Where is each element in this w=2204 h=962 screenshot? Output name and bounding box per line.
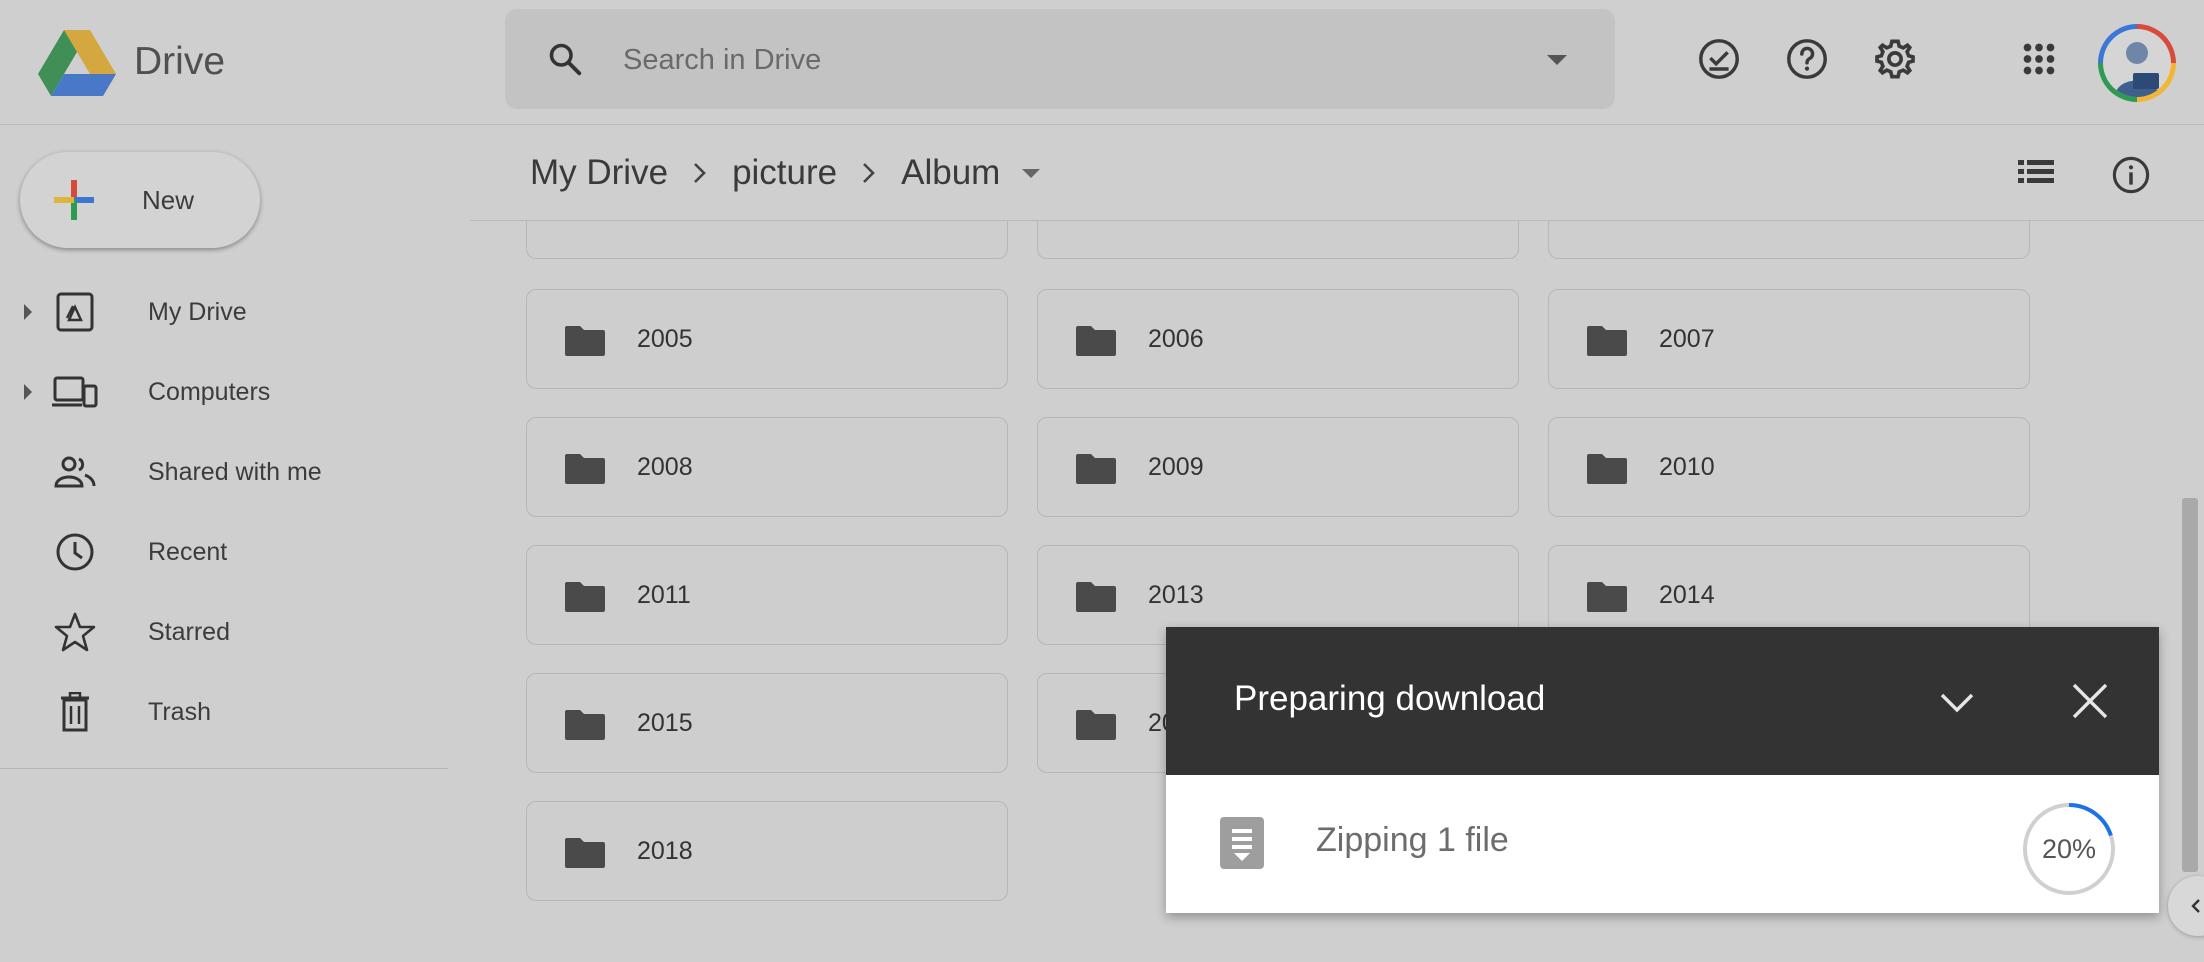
folder-tile-partial[interactable] [1037,221,1519,259]
folder-name: 2011 [637,581,691,609]
download-status-text: Zipping 1 file [1316,821,1509,859]
breadcrumb-album[interactable]: Album [901,153,1000,193]
sidebar-divider [0,768,448,769]
folder-icon [1587,326,1627,356]
side-panel-toggle-button[interactable] [2168,876,2204,936]
computers-icon [52,376,98,408]
folder-tile-partial[interactable] [1548,221,2030,259]
top-bar: Drive [0,0,2204,125]
folder-name: 2005 [637,325,693,353]
folder-icon [1587,454,1627,484]
folder-tile[interactable]: 2006 [1037,289,1519,389]
folder-name: 2010 [1659,453,1715,481]
account-avatar[interactable] [2098,24,2176,102]
progress-percent: 20% [2041,833,2097,864]
app-name[interactable]: Drive [134,40,225,84]
download-panel-title: Preparing download [1234,679,1546,718]
folder-name: 2013 [1148,581,1204,609]
list-view-icon[interactable] [2016,156,2056,192]
help-icon[interactable] [1784,36,1830,82]
folder-tile[interactable]: 2009 [1037,417,1519,517]
folder-name: 2008 [637,453,693,481]
scrollbar-thumb[interactable] [2182,498,2198,872]
plus-icon [54,180,94,220]
folder-name: 2007 [1659,325,1715,353]
folder-name: 2006 [1148,325,1204,353]
sidebar-item-my-drive[interactable]: My Drive [0,274,445,350]
sidebar-item-shared-with-me[interactable]: Shared with me [0,434,445,510]
download-panel-header: Preparing download [1166,627,2159,775]
folder-tile-partial[interactable] [526,221,1008,259]
close-icon[interactable] [2068,679,2112,723]
folder-name: 2015 [637,709,693,737]
details-info-icon[interactable] [2110,154,2152,196]
avatar-person-icon [2115,42,2159,97]
folder-icon [1076,326,1116,356]
sidebar-item-label: Starred [148,618,230,646]
download-panel-body: Zipping 1 file 20% [1166,775,2159,913]
drive-logo-icon[interactable] [38,30,116,96]
sidebar-item-label: Recent [148,538,228,566]
zip-file-icon [1220,817,1264,869]
sidebar-item-label: My Drive [148,298,247,326]
breadcrumb-my-drive[interactable]: My Drive [530,153,668,193]
chevron-left-icon [2191,899,2200,913]
minimize-chevron-down-icon[interactable] [1936,681,1978,723]
settings-icon[interactable] [1872,36,1918,82]
folder-icon [565,710,605,740]
chevron-right-icon [694,163,706,183]
folder-name: 2018 [637,837,693,865]
folder-menu-dropdown-icon[interactable] [1022,168,1041,178]
trash-icon [61,692,89,732]
sidebar-item-label: Computers [148,378,271,406]
folder-name: 2014 [1659,581,1715,609]
new-button[interactable]: New [20,152,260,248]
breadcrumb: My Drive picture Album [530,148,1041,198]
breadcrumb-picture[interactable]: picture [732,153,837,193]
new-button-label: New [142,185,195,215]
folder-icon [565,454,605,484]
folder-icon [1076,454,1116,484]
expand-arrow-icon[interactable] [24,384,32,400]
folder-icon [565,838,605,868]
folder-tile[interactable]: 2008 [526,417,1008,517]
folder-tile[interactable]: 2005 [526,289,1008,389]
offline-ready-icon[interactable] [1696,36,1742,82]
download-panel: Preparing download Zipping 1 file 20% [1166,627,2159,913]
chevron-right-icon [863,163,875,183]
folder-icon [1076,710,1116,740]
my-drive-icon [56,292,94,332]
people-icon [54,456,96,488]
search-options-icon[interactable] [1547,55,1567,65]
search-input[interactable] [623,37,1523,83]
sidebar-item-starred[interactable]: Starred [0,594,445,670]
folder-tile[interactable]: 2018 [526,801,1008,901]
folder-name: 2009 [1148,453,1204,481]
star-icon [54,612,96,652]
search-icon[interactable] [547,41,583,77]
folder-tile[interactable]: 2015 [526,673,1008,773]
folder-icon [565,582,605,612]
folder-icon [1076,582,1116,612]
sidebar-item-computers[interactable]: Computers [0,354,445,430]
expand-arrow-icon[interactable] [24,304,32,320]
sidebar-item-recent[interactable]: Recent [0,514,445,590]
apps-grid-icon[interactable] [2016,36,2062,82]
sidebar-item-trash[interactable]: Trash [0,674,445,750]
folder-tile[interactable]: 2007 [1548,289,2030,389]
folder-icon [565,326,605,356]
clock-icon [56,533,94,571]
search-bar[interactable] [505,9,1615,109]
folder-icon [1587,582,1627,612]
folder-tile[interactable]: 2010 [1548,417,2030,517]
sidebar-item-label: Trash [148,698,211,726]
sidebar-item-label: Shared with me [148,458,322,486]
folder-tile[interactable]: 2011 [526,545,1008,645]
